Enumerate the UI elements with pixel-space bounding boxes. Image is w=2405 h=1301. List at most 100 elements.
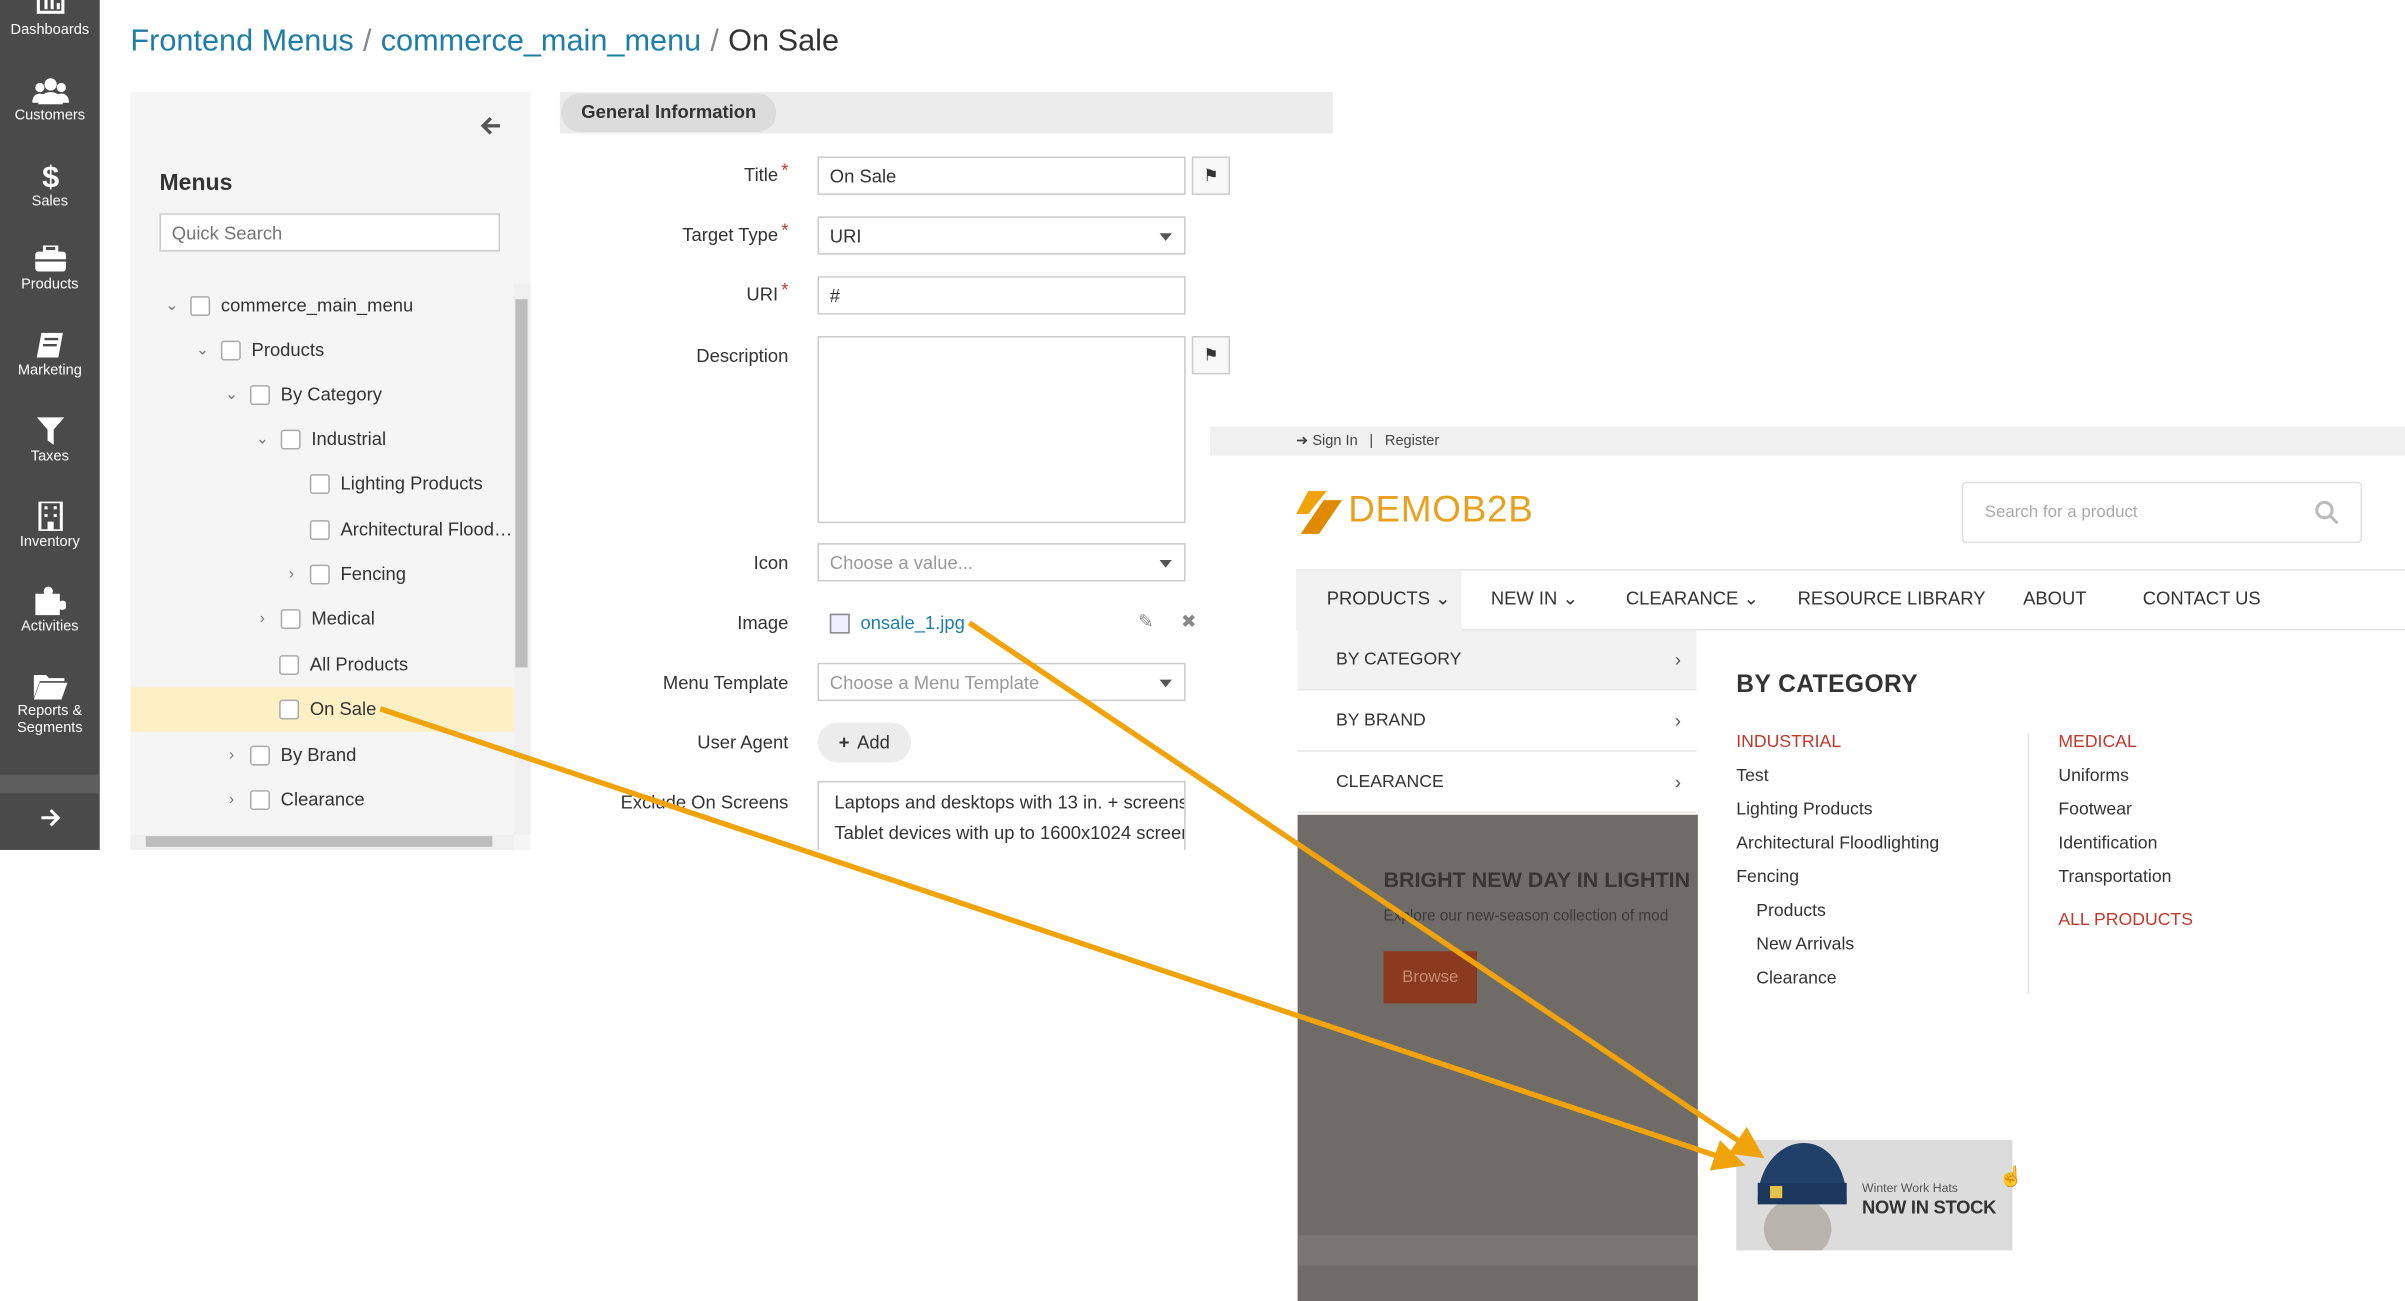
mega-link-architectural[interactable]: Architectural Floodlighting xyxy=(1736,835,1939,853)
image-file-link[interactable]: onsale_1.jpg xyxy=(860,612,964,633)
sidebar-item-label: Activities xyxy=(21,618,79,636)
target-type-select[interactable]: URI xyxy=(817,216,1186,255)
tree-node-industrial[interactable]: ⌄ Industrial xyxy=(253,423,386,454)
sidebar-item-sales[interactable]: $ Sales xyxy=(0,160,100,211)
svg-text:$: $ xyxy=(41,160,58,191)
mega-link-new-arrivals[interactable]: New Arrivals xyxy=(1756,936,1854,954)
register-link[interactable]: Register xyxy=(1385,433,1439,450)
dropdown-clearance[interactable]: CLEARANCE › xyxy=(1297,753,1697,814)
collapse-panel-button[interactable] xyxy=(480,115,501,144)
tree-checkbox[interactable] xyxy=(279,654,300,675)
search-icon[interactable] xyxy=(2315,500,2340,525)
nav-resource-library[interactable]: RESOURCE LIBRARY xyxy=(1798,588,1986,609)
exclude-on-screens-list[interactable]: Laptops and desktops with 13 in. + scree… xyxy=(817,780,1186,850)
sidebar-expand-button[interactable] xyxy=(0,807,100,832)
translate-title-button[interactable]: ⚑ xyxy=(1191,156,1231,195)
target-type-label-text: Target Type xyxy=(682,223,779,246)
mega-link-fencing[interactable]: Fencing xyxy=(1736,868,1799,886)
nav-contact-us[interactable]: CONTACT US xyxy=(2143,588,2261,609)
chevron-down-icon[interactable]: ⌄ xyxy=(253,430,271,448)
description-textarea[interactable] xyxy=(817,335,1186,524)
tree-node-commerce-main-menu[interactable]: ⌄ commerce_main_menu xyxy=(163,290,413,321)
mega-link-fencing-products[interactable]: Products xyxy=(1756,902,1826,920)
tree-checkbox[interactable] xyxy=(309,473,330,494)
tree-node-all-products[interactable]: All Products xyxy=(279,649,408,680)
chevron-right-icon[interactable]: › xyxy=(282,565,300,583)
tree-checkbox[interactable] xyxy=(220,339,241,360)
mega-link-uniforms[interactable]: Uniforms xyxy=(2058,767,2129,785)
sidebar-item-inventory[interactable]: Inventory xyxy=(0,501,100,551)
sidebar-item-dashboards[interactable]: Dashboards xyxy=(0,0,100,38)
tree-checkbox[interactable] xyxy=(190,295,211,316)
breadcrumb-commerce-main-menu[interactable]: commerce_main_menu xyxy=(381,25,702,59)
store-search-input[interactable]: Search for a product xyxy=(1961,481,2363,544)
nav-about[interactable]: ABOUT xyxy=(2023,588,2086,609)
tree-node-architectural[interactable]: Architectural Flood… xyxy=(309,514,512,545)
nav-clearance[interactable]: CLEARANCE ⌄ xyxy=(1626,588,1759,609)
title-input[interactable]: On Sale xyxy=(817,156,1186,195)
mega-link-test[interactable]: Test xyxy=(1736,767,1768,785)
tree-checkbox[interactable] xyxy=(250,789,270,810)
tree-node-on-sale[interactable]: On Sale xyxy=(279,693,376,724)
tree-checkbox[interactable] xyxy=(279,698,300,719)
tree-checkbox[interactable] xyxy=(309,519,330,540)
breadcrumb-frontend-menus[interactable]: Frontend Menus xyxy=(130,25,353,59)
sidebar-item-reports[interactable]: Reports & Segments xyxy=(0,672,100,736)
chevron-right-icon[interactable]: › xyxy=(222,790,240,808)
sidebar-item-customers[interactable]: Customers xyxy=(0,77,100,124)
tree-node-by-category[interactable]: ⌄ By Category xyxy=(222,379,382,410)
tree-node-by-brand[interactable]: › By Brand xyxy=(222,739,356,770)
mega-link-footwear[interactable]: Footwear xyxy=(2058,801,2132,819)
sidebar-item-marketing[interactable]: Marketing xyxy=(0,331,100,379)
chevron-right-icon[interactable]: › xyxy=(253,609,271,627)
tree-node-medical[interactable]: › Medical xyxy=(253,603,375,634)
tree-checkbox[interactable] xyxy=(280,428,301,449)
tree-node-fencing[interactable]: › Fencing xyxy=(282,558,406,589)
arrow-left-icon xyxy=(480,116,501,135)
tree-checkbox[interactable] xyxy=(309,563,330,584)
tree-node-clearance[interactable]: › Clearance xyxy=(222,784,365,815)
mega-link-medical[interactable]: MEDICAL xyxy=(2058,733,2136,751)
tree-vertical-scroll-thumb[interactable] xyxy=(515,299,528,668)
chevron-down-icon[interactable]: ⌄ xyxy=(163,296,181,314)
exclude-option[interactable]: Laptops and desktops with 13 in. + scree… xyxy=(819,782,1184,813)
breadcrumb-separator: / xyxy=(362,24,372,59)
remove-icon[interactable]: ✖ xyxy=(1181,611,1196,632)
dropdown-by-category[interactable]: BY CATEGORY › xyxy=(1297,630,1697,691)
edit-icon[interactable]: ✎ xyxy=(1138,611,1153,632)
chevron-down-icon[interactable]: ⌄ xyxy=(193,341,211,359)
uri-input[interactable]: # xyxy=(817,276,1186,315)
tree-node-products[interactable]: ⌄ Products xyxy=(193,334,324,365)
tree-checkbox[interactable] xyxy=(250,744,270,765)
nav-products[interactable]: PRODUCTS ⌄ xyxy=(1327,588,1451,609)
add-user-agent-button[interactable]: + Add xyxy=(817,722,912,763)
mega-link-lighting-products[interactable]: Lighting Products xyxy=(1736,801,1872,819)
dropdown-caret-icon xyxy=(1159,559,1172,567)
sidebar-item-products[interactable]: Products xyxy=(0,245,100,293)
chevron-down-icon[interactable]: ⌄ xyxy=(222,385,240,403)
tab-general-information[interactable]: General Information xyxy=(561,93,777,132)
exclude-option[interactable]: Tablet devices with up to 1600x1024 scre… xyxy=(819,813,1184,843)
sidebar-item-taxes[interactable]: Taxes xyxy=(0,417,100,465)
hero-title: BRIGHT NEW DAY IN LIGHTIN xyxy=(1383,866,1691,892)
menu-template-select[interactable]: Choose a Menu Template xyxy=(817,662,1186,702)
tree-horizontal-scroll-thumb[interactable] xyxy=(145,836,493,847)
sidebar-item-activities[interactable]: Activities xyxy=(0,586,100,635)
translate-description-button[interactable]: ⚑ xyxy=(1191,335,1231,375)
mega-link-industrial[interactable]: INDUSTRIAL xyxy=(1736,733,1841,751)
mega-link-fencing-clearance[interactable]: Clearance xyxy=(1756,970,1836,988)
nav-new-in[interactable]: NEW IN ⌄ xyxy=(1491,588,1578,609)
mega-link-all-products[interactable]: ALL PRODUCTS xyxy=(2058,911,2193,929)
hero-browse-button[interactable]: Browse xyxy=(1383,951,1478,1004)
chevron-right-icon[interactable]: › xyxy=(222,746,240,764)
dropdown-by-brand[interactable]: BY BRAND › xyxy=(1297,692,1697,752)
tree-node-lighting-products[interactable]: Lighting Products xyxy=(309,468,483,499)
sign-in-link[interactable]: Sign In xyxy=(1312,433,1357,450)
icon-select[interactable]: Choose a value... xyxy=(817,543,1186,582)
mega-link-transportation[interactable]: Transportation xyxy=(2058,868,2171,886)
tree-checkbox[interactable] xyxy=(250,384,270,405)
quick-search-input[interactable] xyxy=(159,213,501,252)
mega-link-identification[interactable]: Identification xyxy=(2058,835,2157,853)
tree-checkbox[interactable] xyxy=(280,608,301,629)
store-logo[interactable]: DEMOB2B xyxy=(1348,489,1533,532)
